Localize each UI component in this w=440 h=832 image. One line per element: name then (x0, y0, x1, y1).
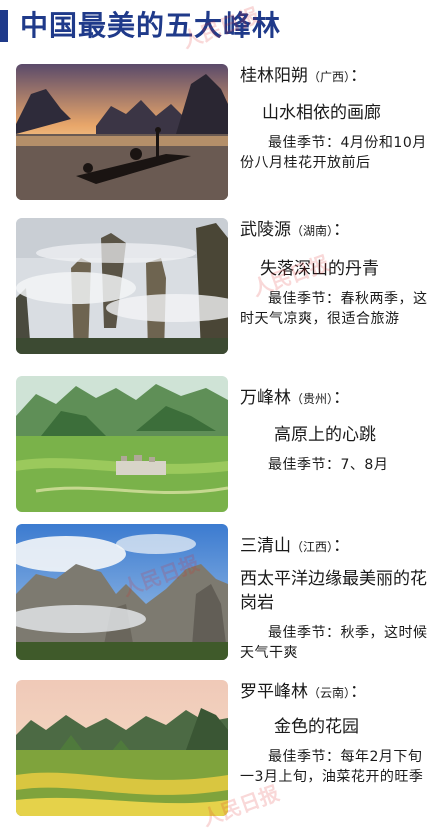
place-name-text: 万峰林 (240, 388, 291, 408)
place-slogan: 失落深山的丹青 (260, 259, 379, 279)
place-colon: ： (333, 388, 351, 408)
info-sanqingshan: 三清山（江西）： 西太平洋边缘最美丽的花岗岩 最佳季节：秋季，这时候天气干爽 (240, 524, 430, 663)
place-name: 武陵源（湖南）： (240, 218, 430, 243)
place-region: （贵州） (291, 392, 334, 406)
photo-wanfenglin[interactable] (16, 376, 228, 512)
place-slogan: 金色的花园 (274, 717, 359, 737)
page-header: 中国最美的五大峰林 (0, 0, 440, 50)
golden-fields-peaks-icon (16, 680, 228, 816)
place-name-text: 桂林阳朔 (240, 66, 308, 86)
place-name-text: 武陵源 (240, 220, 291, 240)
place-season: 最佳季节：秋季，这时候天气干爽 (240, 625, 428, 661)
card-sanqingshan: 三清山（江西）： 西太平洋边缘最美丽的花岗岩 最佳季节：秋季，这时候天气干爽 (0, 524, 440, 666)
place-colon: ： (333, 536, 351, 556)
place-name-text: 罗平峰林 (240, 682, 308, 702)
card-luoping: 罗平峰林（云南）： 金色的花园 最佳季节：每年2月下旬一3月上旬，油菜花开的旺季 (0, 680, 440, 822)
info-wulingyuan: 武陵源（湖南）： 失落深山的丹青 最佳季节：春秋两季，这时天气凉爽，很适合旅游 (240, 218, 430, 329)
photo-guilin[interactable] (16, 64, 228, 200)
place-name: 桂林阳朔（广西）： (240, 64, 430, 89)
place-season: 最佳季节：每年2月下旬一3月上旬，油菜花开的旺季 (240, 749, 424, 785)
sandstone-pillars-icon (16, 218, 228, 354)
place-season: 最佳季节：春秋两季，这时天气凉爽，很适合旅游 (240, 291, 428, 327)
card-wulingyuan: 武陵源（湖南）： 失落深山的丹青 最佳季节：春秋两季，这时天气凉爽，很适合旅游 (0, 218, 440, 360)
place-name: 罗平峰林（云南）： (240, 680, 430, 705)
header-accent-bar (0, 10, 8, 42)
place-season: 最佳季节：4月份和10月份八月桂花开放前后 (240, 135, 427, 171)
place-name: 万峰林（贵州）： (240, 386, 430, 411)
place-colon: ： (350, 682, 368, 702)
card-guilin: 桂林阳朔（广西）： 山水相依的画廊 最佳季节：4月份和10月份八月桂花开放前后 (0, 64, 440, 206)
page-title: 中国最美的五大峰林 (20, 9, 282, 42)
photo-sanqingshan[interactable] (16, 524, 228, 660)
place-region: （云南） (308, 686, 351, 700)
place-colon: ： (333, 220, 351, 240)
place-region: （湖南） (291, 224, 334, 238)
photo-luoping[interactable] (16, 680, 228, 816)
green-peaks-village-icon (16, 376, 228, 512)
info-wanfenglin: 万峰林（贵州）： 高原上的心跳 最佳季节：7、8月 (240, 376, 430, 475)
place-slogan: 山水相依的画廊 (262, 103, 381, 123)
place-colon: ： (350, 66, 368, 86)
granite-peaks-clouds-icon (16, 524, 228, 660)
place-season: 最佳季节：7、8月 (268, 457, 389, 473)
place-slogan: 高原上的心跳 (274, 425, 376, 445)
place-slogan: 西太平洋边缘最美丽的花岗岩 (240, 569, 427, 613)
info-luoping: 罗平峰林（云南）： 金色的花园 最佳季节：每年2月下旬一3月上旬，油菜花开的旺季 (240, 680, 430, 787)
card-wanfenglin: 万峰林（贵州）： 高原上的心跳 最佳季节：7、8月 (0, 376, 440, 518)
place-name-text: 三清山 (240, 536, 291, 556)
photo-wulingyuan[interactable] (16, 218, 228, 354)
place-name: 三清山（江西）： (240, 534, 430, 559)
info-guilin: 桂林阳朔（广西）： 山水相依的画廊 最佳季节：4月份和10月份八月桂花开放前后 (240, 64, 430, 173)
place-region: （广西） (308, 70, 351, 84)
karst-river-fishing-icon (16, 64, 228, 200)
place-region: （江西） (291, 540, 334, 554)
